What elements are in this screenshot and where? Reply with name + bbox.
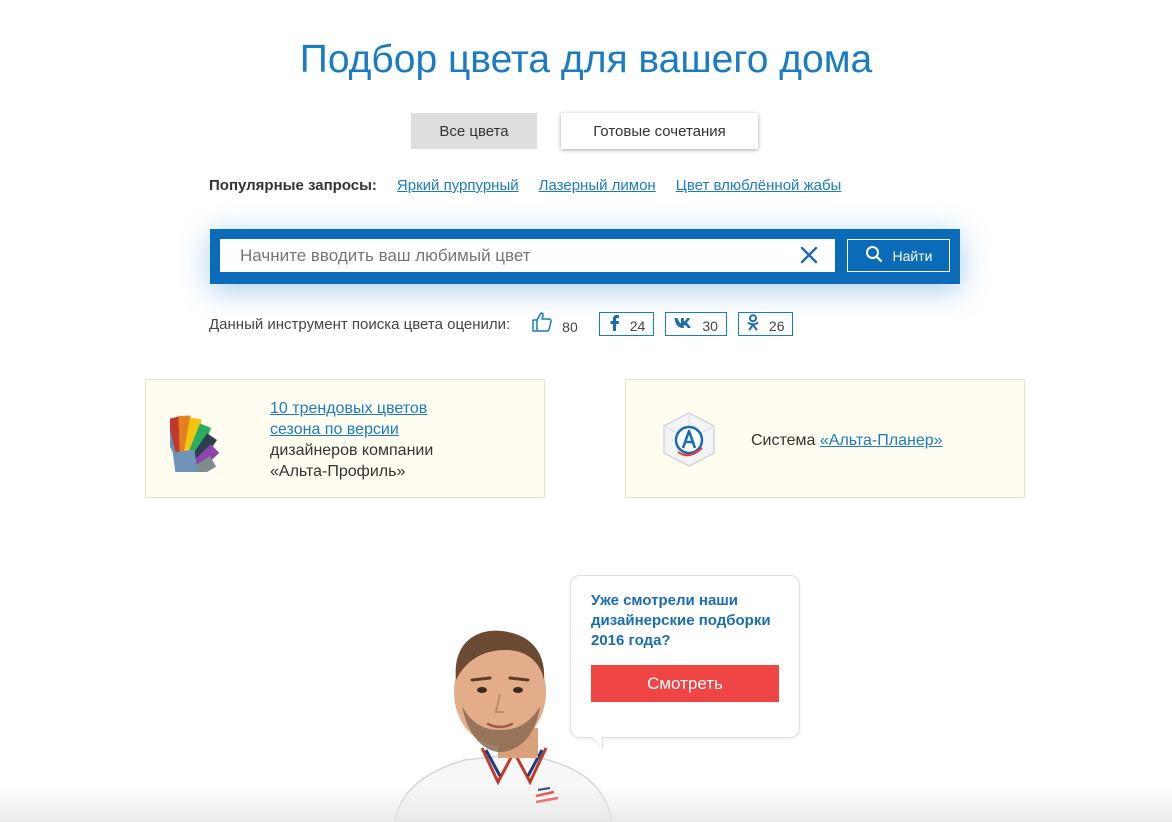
tab-all-colors[interactable]: Все цвета	[411, 113, 537, 149]
facebook-share-button[interactable]: 24	[598, 312, 655, 336]
bubble-tail-inner	[592, 737, 602, 747]
rating-bar: Данный инструмент поиска цвета оценили: …	[209, 310, 794, 338]
facebook-count: 24	[629, 318, 646, 334]
search-button[interactable]: Найти	[847, 239, 950, 272]
alta-planer-cube-icon	[660, 410, 718, 473]
page-title: Подбор цвета для вашего дома	[299, 38, 873, 81]
vk-icon	[674, 316, 692, 332]
watch-button[interactable]: Смотреть	[591, 665, 779, 702]
like-button[interactable]: 80	[530, 310, 578, 338]
popular-link-laser-lemon[interactable]: Лазерный лимон	[539, 177, 656, 194]
popular-link-bright-purple[interactable]: Яркий пурпурный	[397, 177, 519, 194]
likes-count: 80	[562, 318, 578, 335]
alta-planer-link[interactable]: «Альта-Планер»	[820, 432, 943, 449]
trends-card-text: 10 трендовых цветов сезона по версии диз…	[270, 398, 470, 482]
search-bar: Найти	[210, 229, 960, 284]
color-fan-icon	[159, 410, 250, 491]
planner-card: Система «Альта-Планер»	[625, 379, 1025, 498]
facebook-icon	[608, 314, 620, 334]
tab-ready-combinations[interactable]: Готовые сочетания	[561, 113, 758, 149]
popular-queries-label: Популярные запросы:	[209, 177, 377, 194]
bottom-fade	[0, 785, 1172, 822]
popular-queries: Популярные запросы: Яркий пурпурный Лазе…	[209, 177, 841, 194]
clear-icon[interactable]	[797, 243, 821, 267]
trends-card: 10 трендовых цветов сезона по версии диз…	[145, 379, 545, 498]
search-icon	[865, 245, 883, 266]
trends-card-description: дизайнеров компании «Альта-Профиль»	[270, 442, 434, 480]
thumbs-up-icon	[530, 310, 554, 338]
vk-count: 30	[702, 318, 718, 334]
odnoklassniki-icon	[747, 314, 759, 334]
promo-text: Уже смотрели наши дизайнерские подборки …	[591, 592, 771, 649]
odnoklassniki-count: 26	[768, 318, 785, 334]
vk-share-button[interactable]: 30	[665, 312, 727, 336]
promo-bubble: Уже смотрели наши дизайнерские подборки …	[570, 575, 800, 749]
planner-card-text: Система «Альта-Планер»	[751, 430, 1011, 451]
planner-prefix: Система	[751, 432, 816, 449]
rating-label: Данный инструмент поиска цвета оценили:	[209, 315, 511, 333]
odnoklassniki-share-button[interactable]: 26	[737, 312, 794, 336]
popular-link-toad-in-love[interactable]: Цвет влюблённой жабы	[676, 177, 842, 194]
search-button-label: Найти	[892, 247, 933, 264]
trends-link[interactable]: 10 трендовых цветов сезона по версии	[270, 400, 427, 438]
search-input[interactable]	[220, 239, 835, 272]
